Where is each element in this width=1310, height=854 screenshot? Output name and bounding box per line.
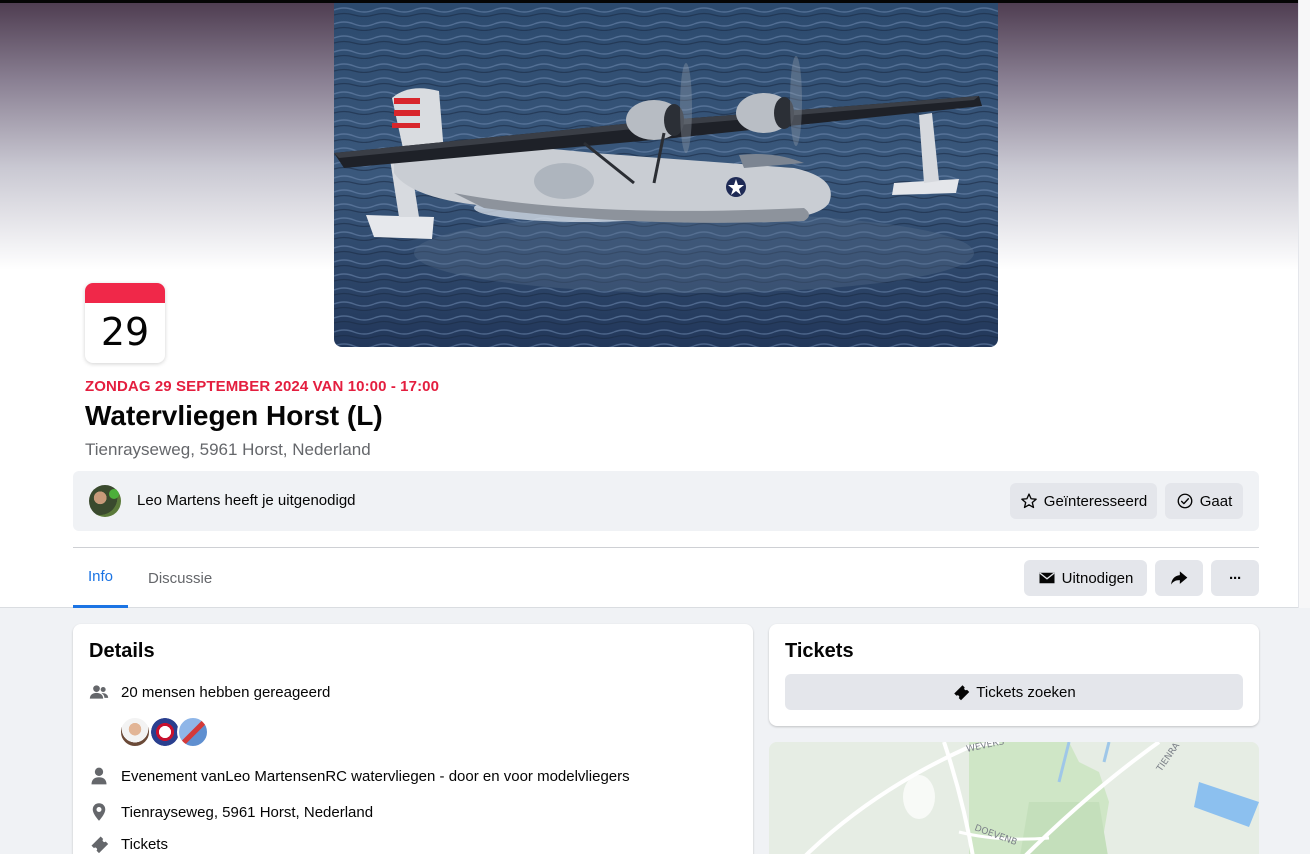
inviter-avatar[interactable] [89, 485, 121, 517]
tickets-card: Tickets Tickets zoeken [769, 624, 1259, 726]
person-icon [89, 766, 109, 786]
host-row: Evenement van Leo Martens en RC watervli… [89, 766, 630, 786]
calendar-badge-header [85, 283, 165, 303]
invite-button[interactable]: Uitnodigen [1024, 560, 1147, 596]
find-tickets-button[interactable]: Tickets zoeken [785, 674, 1243, 710]
cover-photo[interactable] [334, 3, 998, 347]
going-label: Gaat [1199, 492, 1233, 510]
map-pin-icon [89, 802, 109, 822]
header-divider [73, 547, 1259, 548]
interested-label: Geïnteresseerd [1043, 492, 1148, 510]
envelope-icon [1039, 572, 1055, 584]
responded-text: 20 mensen hebben gereageerd [121, 683, 331, 701]
address-row[interactable]: Tienrayseweg, 5961 Horst, Nederland [89, 802, 373, 822]
event-title: Watervliegen Horst (L) [85, 400, 383, 431]
people-icon [89, 682, 109, 702]
tickets-row[interactable]: Tickets [89, 834, 168, 854]
invite-message: heeft je uitgenodigd [220, 492, 356, 509]
more-button[interactable]: ··· [1211, 560, 1259, 596]
calendar-badge: 29 [85, 283, 165, 363]
event-location[interactable]: Tienrayseweg, 5961 Horst, Nederland [85, 440, 371, 460]
host-link-1[interactable]: Leo Martens [225, 768, 308, 785]
more-icon: ··· [1229, 569, 1242, 587]
star-icon [1020, 493, 1037, 509]
attendee-avatar[interactable] [177, 716, 209, 748]
inviter-name[interactable]: Leo Martens [137, 492, 220, 509]
host-joiner: en [308, 767, 326, 785]
interested-button[interactable]: Geïnteresseerd [1010, 483, 1157, 519]
invite-text: Leo Martens heeft je uitgenodigd [137, 492, 356, 509]
going-button[interactable]: Gaat [1165, 483, 1243, 519]
tab-info[interactable]: Info [73, 548, 129, 608]
invite-button-label: Uitnodigen [1061, 569, 1134, 587]
details-card: Details 20 mensen hebben gereageerd Even… [73, 624, 753, 854]
find-tickets-label: Tickets zoeken [976, 683, 1076, 701]
details-title: Details [89, 640, 155, 662]
scrollbar-track[interactable] [1298, 0, 1310, 608]
share-arrow-icon [1171, 571, 1188, 585]
ticket-icon [954, 685, 970, 701]
ticket-icon [89, 834, 109, 854]
check-circle-icon [1177, 493, 1193, 509]
address-text: Tienrayseweg, 5961 Horst, Nederland [121, 803, 374, 821]
event-date: ZONDAG 29 SEPTEMBER 2024 VAN 10:00 - 17:… [85, 378, 440, 395]
host-prefix: Evenement van [121, 767, 226, 785]
tab-discussie[interactable]: Discussie [133, 548, 227, 608]
attendee-avatar[interactable] [119, 716, 151, 748]
location-map[interactable]: WEVERS TIENRA DOEVENB [769, 742, 1259, 854]
calendar-day: 29 [100, 310, 150, 354]
share-button[interactable] [1155, 560, 1203, 596]
invite-bar: Leo Martens heeft je uitgenodigd Geïnter… [73, 471, 1259, 531]
tickets-text: Tickets [121, 835, 168, 853]
responded-row[interactable]: 20 mensen hebben gereageerd [89, 682, 330, 702]
tickets-title: Tickets [785, 640, 854, 662]
host-link-2[interactable]: RC watervliegen - door en voor modelvlie… [325, 768, 629, 785]
